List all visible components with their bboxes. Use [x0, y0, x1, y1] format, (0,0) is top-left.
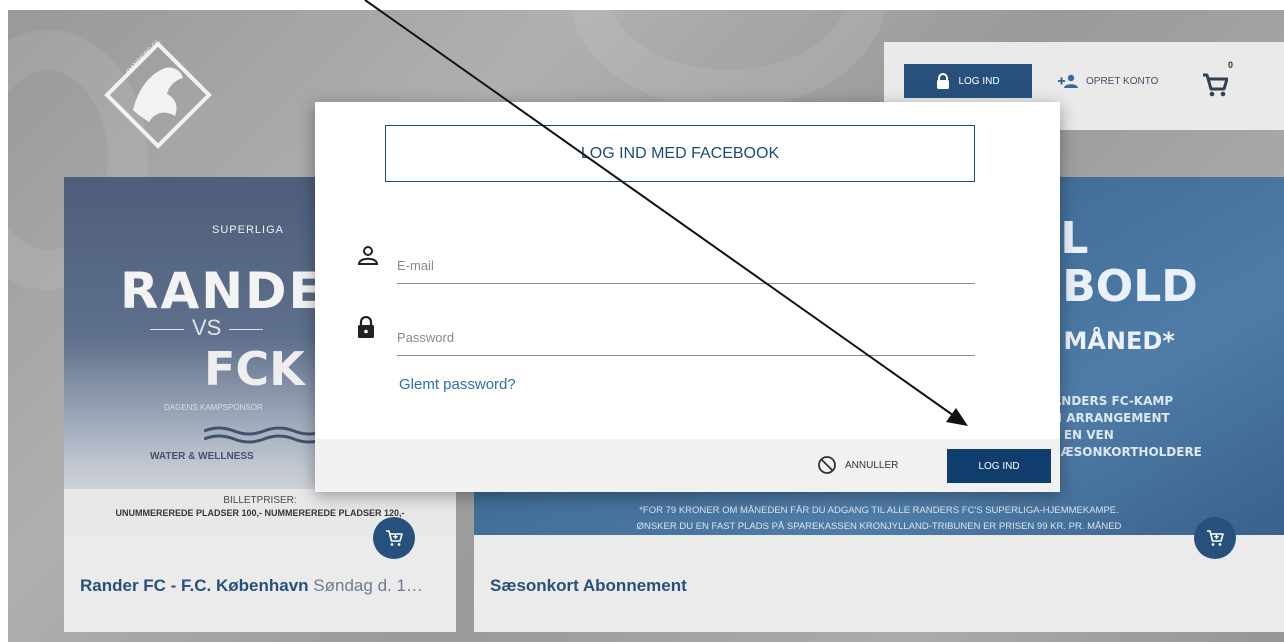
facebook-login-label: LOG IND MED FACEBOOK: [580, 144, 780, 162]
login-button-label: LOG IND: [978, 460, 1020, 472]
user-icon: [357, 246, 379, 265]
login-button[interactable]: LOG IND: [947, 449, 1051, 483]
cancel-label: ANNULLER: [845, 459, 899, 471]
email-input[interactable]: [397, 258, 975, 273]
login-modal: LOG IND MED FACEBOOK Glemt password? ANN…: [315, 102, 1060, 492]
password-field[interactable]: [358, 312, 975, 356]
facebook-login-button[interactable]: LOG IND MED FACEBOOK: [385, 125, 975, 182]
cancel-icon: [818, 456, 836, 474]
modal-footer: ANNULLER LOG IND: [315, 439, 1060, 492]
email-field[interactable]: [357, 240, 975, 284]
forgot-password-link[interactable]: Glemt password?: [399, 376, 516, 393]
lock-icon: [358, 316, 374, 338]
password-input[interactable]: [397, 330, 975, 345]
cancel-button[interactable]: ANNULLER: [817, 453, 898, 477]
